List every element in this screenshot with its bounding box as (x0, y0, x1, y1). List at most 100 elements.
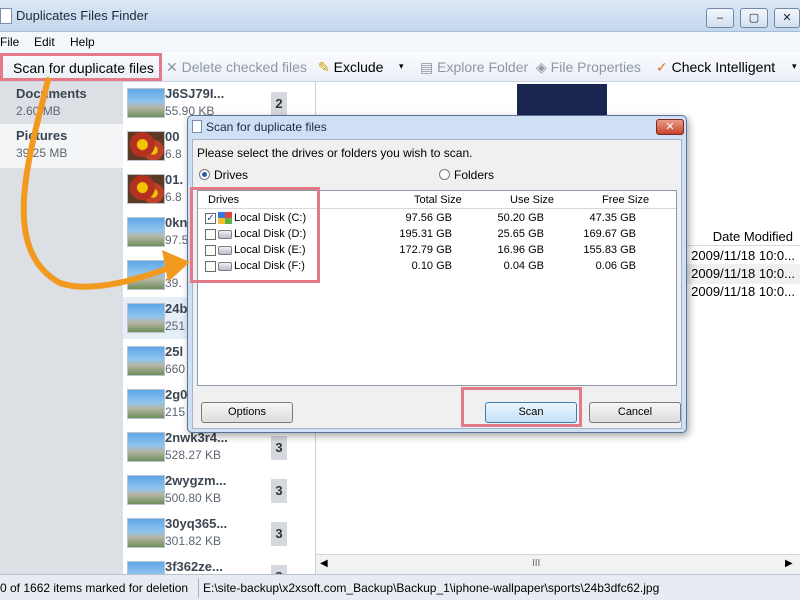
scroll-right-arrow[interactable]: ▶ (785, 558, 793, 569)
file-size: 251 (165, 319, 186, 333)
category-pane: Documents 2.60 MB Pictures 39.25 MB (0, 82, 123, 574)
file-name: 25l (165, 344, 184, 359)
file-properties-label: File Properties (550, 59, 641, 75)
image-thumbnail (127, 303, 165, 333)
maximize-button[interactable]: ▢ (740, 8, 768, 28)
exclude-dropdown-arrow[interactable]: ▾ (399, 61, 404, 72)
explore-folder-button[interactable]: ▤ Explore Folder (420, 59, 528, 76)
drive-free-size: 47.35 GB (589, 212, 636, 224)
file-name: 2wygzm... (165, 473, 227, 488)
drive-free-size: 155.83 GB (583, 244, 636, 256)
file-size: 528.27 KB (165, 448, 222, 462)
close-x-icon: ✕ (166, 59, 178, 75)
exclude-icon: ✎ (318, 59, 330, 75)
category-size: 2.60 MB (16, 104, 61, 118)
drive-used-size: 25.65 GB (497, 228, 544, 240)
explore-folder-label: Explore Folder (437, 59, 529, 75)
scan-highlight-box (461, 387, 582, 427)
file-name: 2g0 (165, 387, 188, 402)
category-name: Documents (16, 86, 87, 101)
image-thumbnail (127, 88, 165, 118)
file-item[interactable]: 30yq365... 301.82 KB 3 (123, 512, 315, 554)
drive-total-size: 195.31 GB (399, 228, 452, 240)
image-thumbnail (127, 174, 165, 204)
category-pictures[interactable]: Pictures 39.25 MB (0, 124, 123, 168)
drive-free-size: 0.06 GB (595, 260, 636, 272)
file-properties-button[interactable]: ◈ File Properties (536, 59, 641, 76)
delete-checked-button[interactable]: ✕ Delete checked files (166, 59, 307, 76)
file-size: 215 (165, 405, 186, 419)
radio-drives[interactable]: Drives (199, 168, 248, 182)
window-title: Duplicates Files Finder (16, 8, 149, 23)
file-item[interactable]: 3f362ze... 3 (123, 555, 315, 574)
file-size: 6.8 (165, 147, 182, 161)
menu-file[interactable]: File (0, 35, 19, 49)
image-thumbnail (127, 475, 165, 505)
drive-used-size: 0.04 GB (503, 260, 544, 272)
title-bar: Duplicates Files Finder – ▢ ✕ (0, 0, 800, 32)
date-modified-cell: 2009/11/18 10:0... (691, 284, 795, 299)
file-item[interactable]: 2wygzm... 500.80 KB 3 (123, 469, 315, 511)
checkmark-icon: ✓ (656, 59, 668, 75)
toolbar: Scan for duplicate files ✕ Delete checke… (0, 52, 800, 82)
drive-used-size: 16.96 GB (497, 244, 544, 256)
drive-used-size: 50.20 GB (497, 212, 544, 224)
radio-unselected-icon (439, 169, 450, 180)
file-name: 00 (165, 129, 180, 144)
duplicate-count-badge: 3 (271, 522, 287, 546)
menu-bar: File Edit Help (0, 32, 800, 52)
cancel-button[interactable]: Cancel (589, 402, 681, 423)
exclude-label: Exclude (333, 59, 384, 75)
scan-duplicates-label: Scan for duplicate files (13, 60, 154, 76)
minimize-button[interactable]: – (706, 8, 734, 28)
duplicate-count-badge: 3 (271, 565, 287, 574)
check-intelligent-button[interactable]: ✓ Check Intelligent (656, 59, 775, 76)
file-name: J6SJ79I... (165, 86, 225, 101)
col-free-size[interactable]: Free Size (602, 194, 649, 206)
marked-count-status: 0 of 1662 items marked for deletion (0, 581, 189, 595)
image-thumbnail (127, 260, 165, 290)
col-total-size[interactable]: Total Size (414, 194, 462, 206)
duplicate-count-badge: 2 (271, 92, 287, 116)
duplicate-count-badge: 3 (271, 479, 287, 503)
check-intelligent-label: Check Intelligent (671, 59, 776, 75)
options-button[interactable]: Options (201, 402, 293, 423)
image-thumbnail (127, 346, 165, 376)
current-path-status: E:\site-backup\x2xsoft.com_Backup\Backup… (203, 581, 660, 595)
scroll-left-arrow[interactable]: ◀ (320, 558, 328, 569)
scan-duplicates-button[interactable]: Scan for duplicate files (0, 53, 162, 81)
file-size: 97.5 (165, 233, 189, 247)
radio-selected-icon (199, 169, 210, 180)
image-preview (517, 84, 607, 116)
file-size: 660 (165, 362, 186, 376)
category-documents[interactable]: Documents 2.60 MB (0, 82, 123, 126)
file-size: 39. (165, 276, 182, 290)
properties-icon: ◈ (536, 59, 547, 75)
image-thumbnail (127, 561, 165, 574)
close-button[interactable]: ✕ (774, 8, 800, 28)
check-dropdown-arrow[interactable]: ▾ (792, 61, 797, 72)
menu-edit[interactable]: Edit (34, 35, 55, 49)
horizontal-scrollbar[interactable]: ◀ III ▶ (316, 554, 800, 574)
image-thumbnail (127, 131, 165, 161)
radio-folders-label: Folders (454, 168, 495, 182)
delete-checked-label: Delete checked files (181, 59, 307, 75)
col-use-size[interactable]: Use Size (510, 194, 554, 206)
date-modified-cell: 2009/11/18 10:0... (691, 248, 795, 263)
category-name: Pictures (16, 128, 68, 143)
image-thumbnail (127, 389, 165, 419)
exclude-button[interactable]: ✎ Exclude (318, 59, 383, 76)
menu-help[interactable]: Help (70, 35, 95, 49)
column-header-label: Date Modified (712, 229, 793, 244)
dialog-body: Please select the drives or folders you … (192, 139, 682, 429)
radio-folders[interactable]: Folders (439, 168, 494, 182)
dialog-title: Scan for duplicate files (206, 120, 327, 134)
file-name: 1 (165, 258, 173, 273)
file-name: 24b (165, 301, 188, 316)
scroll-grip[interactable]: III (532, 558, 540, 569)
drive-total-size: 172.79 GB (399, 244, 452, 256)
dialog-instruction: Please select the drives or folders you … (197, 146, 473, 160)
dialog-close-button[interactable]: ✕ (656, 119, 684, 135)
file-name: 0kn (165, 215, 188, 230)
status-divider (198, 578, 199, 598)
